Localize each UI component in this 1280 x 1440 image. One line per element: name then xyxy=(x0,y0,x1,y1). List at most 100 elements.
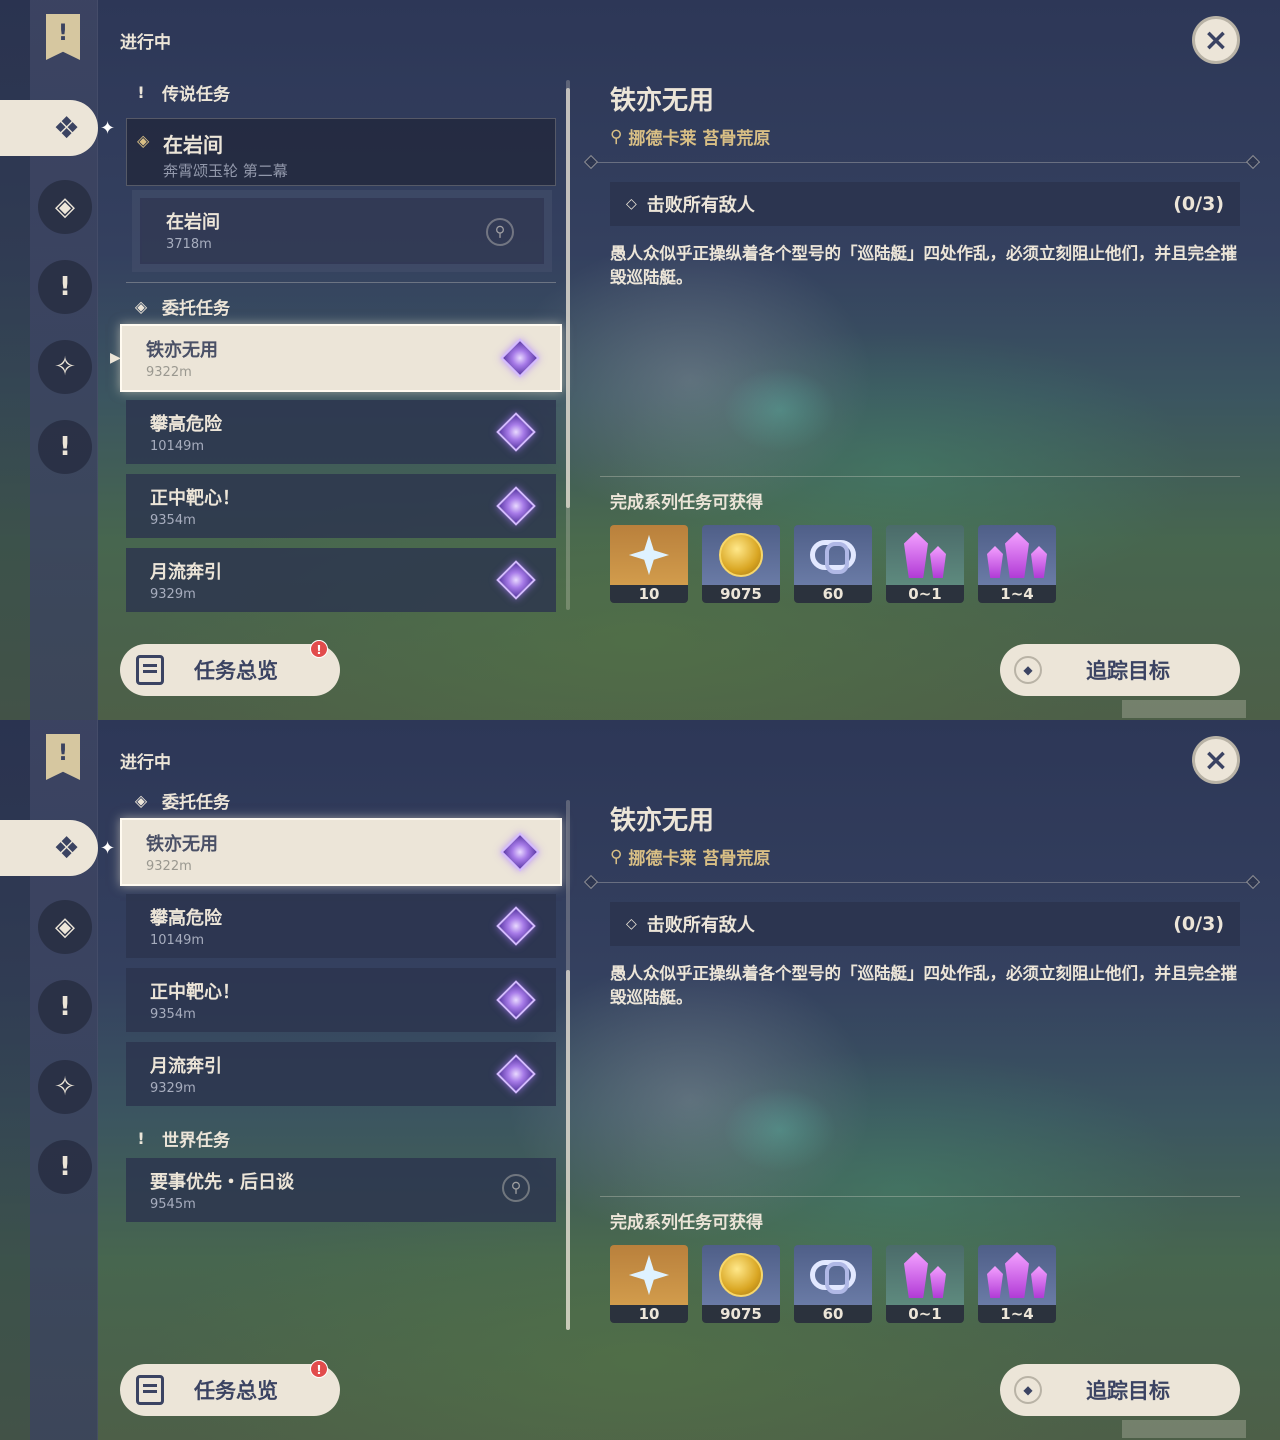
quest-overview-label: 任务总览 xyxy=(194,1379,278,1403)
commission-item[interactable]: 铁亦无用 9322m xyxy=(120,818,562,886)
crystal-cluster-icon xyxy=(987,532,1047,578)
fate-icon xyxy=(810,1260,856,1294)
reward-count: 10 xyxy=(610,585,688,603)
archon-quest-icon: ◈ xyxy=(55,192,75,222)
reward-crystal-cluster[interactable]: 1~4 xyxy=(978,525,1056,603)
reward-count: 10 xyxy=(610,1305,688,1323)
reward-count: 1~4 xyxy=(978,1305,1056,1323)
reward-fate[interactable]: 60 xyxy=(794,1245,872,1323)
objective-text: 击败所有敌人 xyxy=(646,915,755,936)
reward-count: 0~1 xyxy=(886,585,964,603)
rail-tab-story[interactable]: ! xyxy=(38,980,92,1034)
reward-count: 1~4 xyxy=(978,585,1056,603)
world-quest-item[interactable]: 要事优先・后日谈 9545m ⚲ xyxy=(126,1158,556,1222)
quest-book-icon xyxy=(136,1375,164,1405)
rail-tab-archon[interactable]: ◈ xyxy=(38,900,92,954)
rail-tab-legend[interactable]: ✧ xyxy=(38,1060,92,1114)
commission-section-icon: ◈ xyxy=(134,791,148,810)
close-button[interactable]: × xyxy=(1192,16,1240,64)
reward-crystal-cluster[interactable]: 1~4 xyxy=(978,1245,1056,1323)
quest-description: 愚人众似乎正操纵着各个型号的「巡陆艇」四处作乱，必须立刻阻止他们，并且完全摧毁巡… xyxy=(610,964,1237,1007)
track-objective-button[interactable]: ◆ 追踪目标 xyxy=(1000,644,1240,696)
quest-overview-button[interactable]: 任务总览 xyxy=(120,644,340,696)
objective-text: 击败所有敌人 xyxy=(646,195,755,216)
legend-quest-act: 奔霄颂玉轮 第二幕 xyxy=(163,162,288,180)
close-button[interactable]: × xyxy=(1192,736,1240,784)
rail-tab-world[interactable]: ! xyxy=(38,1140,92,1194)
commission-item[interactable]: 月流奔引 9329m xyxy=(126,1042,556,1106)
quest-location-text: 挪德卡莱 苔骨荒原 xyxy=(628,849,771,869)
legend-quest-item[interactable]: ◈ 在岩间 奔霄颂玉轮 第二幕 xyxy=(126,118,556,186)
mora-icon xyxy=(719,533,763,577)
world-quest-icon: ! xyxy=(59,1152,71,1182)
sparkle-icon: ✦ xyxy=(100,118,116,139)
location-pin-icon[interactable]: ⚲ xyxy=(486,218,514,246)
objective-diamond-icon: ◇ xyxy=(626,916,637,932)
rail-tab-world[interactable]: ! xyxy=(38,420,92,474)
reward-primogem[interactable]: 10 xyxy=(610,525,688,603)
list-divider xyxy=(126,282,556,283)
rail-tab-legend[interactable]: ✧ xyxy=(38,340,92,394)
location-pin-icon[interactable]: ⚲ xyxy=(502,1174,530,1202)
commission-category-icon: ❖ xyxy=(53,830,80,866)
reward-count: 9075 xyxy=(702,1305,780,1323)
legend-quest-icon: ✧ xyxy=(54,1072,76,1102)
rewards-divider xyxy=(600,476,1240,477)
legend-quest-name: 在岩间 xyxy=(163,133,223,157)
quest-overview-button[interactable]: 任务总览 xyxy=(120,1364,340,1416)
reward-primogem[interactable]: 10 xyxy=(610,1245,688,1323)
list-scrollbar-thumb[interactable] xyxy=(566,970,570,1330)
reward-crystal[interactable]: 0~1 xyxy=(886,1245,964,1323)
section-commission-label: 委托任务 xyxy=(162,793,230,813)
reward-count: 60 xyxy=(794,585,872,603)
list-header: 进行中 xyxy=(120,33,171,53)
commission-section-icon: ◈ xyxy=(134,297,148,316)
location-pin-icon: ⚲ xyxy=(610,126,623,147)
track-objective-button[interactable]: ◆ 追踪目标 xyxy=(1000,1364,1240,1416)
quest-log-screen: ! ❖ ✦ ◈ ! ✧ ! 进行中 ◈ 委托任务 铁亦无用 9322m 攀高危险… xyxy=(0,720,1280,1440)
quest-log-screen: ! ❖ ✦ ◈ ! ✧ ! 进行中 ! 传说任务 ◈ 在岩间 奔霄颂玉轮 第二幕… xyxy=(0,0,1280,720)
commission-item[interactable]: 月流奔引 9329m xyxy=(126,548,556,612)
commission-star-icon xyxy=(496,560,536,600)
reward-crystal[interactable]: 0~1 xyxy=(886,525,964,603)
quest-title: 铁亦无用 xyxy=(610,86,715,116)
list-scrollbar-thumb[interactable] xyxy=(566,88,570,508)
section-legend-label: 传说任务 xyxy=(162,85,230,105)
legend-diamond-icon: ◈ xyxy=(137,131,150,150)
rail-tab-commission-active[interactable]: ❖ xyxy=(0,820,98,876)
notification-badge: ! xyxy=(310,1360,328,1378)
commission-star-icon xyxy=(500,832,540,872)
reward-fate[interactable]: 60 xyxy=(794,525,872,603)
commission-item[interactable]: 攀高危险 10149m xyxy=(126,400,556,464)
reward-count: 9075 xyxy=(702,585,780,603)
quest-book-icon xyxy=(136,655,164,685)
commission-item[interactable]: 正中靶心！ 9354m xyxy=(126,968,556,1032)
quest-overview-label: 任务总览 xyxy=(194,659,278,683)
quest-location-text: 挪德卡莱 苔骨荒原 xyxy=(628,129,771,149)
commission-star-icon xyxy=(496,412,536,452)
commission-item[interactable]: 铁亦无用 9322m xyxy=(120,324,562,392)
section-legend: ! 传说任务 xyxy=(130,80,230,105)
section-commission: ◈ 委托任务 xyxy=(130,294,230,319)
reward-mora[interactable]: 9075 xyxy=(702,1245,780,1323)
crystal-cluster-icon xyxy=(987,1252,1047,1298)
rail-tab-commission-active[interactable]: ❖ xyxy=(0,100,98,156)
commission-item[interactable]: 正中靶心！ 9354m xyxy=(126,474,556,538)
primogem-icon xyxy=(629,1255,669,1295)
legend-subquest-item[interactable]: 在岩间 3718m ⚲ xyxy=(132,190,552,272)
commission-star-icon xyxy=(496,906,536,946)
commission-star-icon xyxy=(496,486,536,526)
commission-distance: 9322m xyxy=(146,859,192,874)
sparkle-icon: ✦ xyxy=(100,838,116,859)
reward-mora[interactable]: 9075 xyxy=(702,525,780,603)
objective-row: ◇ 击败所有敌人 (0/3) xyxy=(610,182,1240,226)
rewards-label: 完成系列任务可获得 xyxy=(610,493,763,513)
world-quest-icon: ! xyxy=(59,432,71,462)
archon-quest-icon: ◈ xyxy=(55,912,75,942)
rail-tab-story[interactable]: ! xyxy=(38,260,92,314)
close-icon: × xyxy=(1203,22,1229,58)
rail-tab-archon[interactable]: ◈ xyxy=(38,180,92,234)
notification-badge: ! xyxy=(310,640,328,658)
commission-item[interactable]: 攀高危险 10149m xyxy=(126,894,556,958)
divider-ornament-icon xyxy=(1245,874,1261,890)
